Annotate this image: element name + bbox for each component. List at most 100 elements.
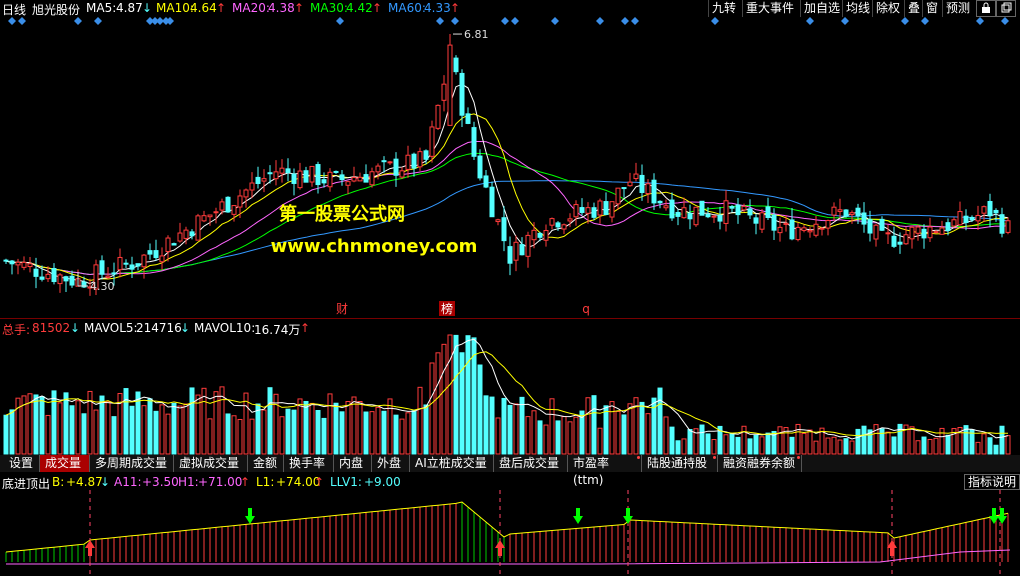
volume-bar	[51, 390, 57, 455]
candle-body	[681, 207, 687, 219]
candle-body	[249, 182, 255, 191]
candle-body	[435, 104, 441, 129]
event-marker-icon	[436, 17, 444, 25]
candle-body	[165, 237, 171, 252]
volume-bar	[567, 421, 573, 455]
tab-6[interactable]: 内盘	[334, 455, 372, 472]
sell-arrow-icon	[997, 508, 1007, 524]
event-label-2: q	[582, 302, 590, 316]
candle-body	[237, 195, 243, 208]
tab-new-dot	[797, 456, 800, 459]
tab-label: 外盘	[377, 456, 402, 470]
candle-body	[111, 272, 117, 275]
volume-bar	[789, 436, 795, 455]
tab-11[interactable]: 陆股通持股	[642, 455, 718, 472]
event-marker-icon	[631, 17, 639, 25]
volume-bar	[501, 397, 507, 455]
volume-bar	[447, 334, 453, 455]
tab-9[interactable]: 盘后成交量	[494, 455, 568, 472]
candle-body	[507, 246, 513, 264]
volume-bar	[573, 416, 579, 455]
volume-bar	[9, 409, 15, 455]
indicator-chart[interactable]	[0, 490, 1020, 576]
tab-label: 虚拟成交量	[179, 456, 240, 470]
tab-1[interactable]: 成交量	[40, 455, 90, 472]
candle-body	[495, 219, 501, 223]
volume-bar	[669, 426, 675, 455]
tab-7[interactable]: 外盘	[372, 455, 410, 472]
candlestick-chart[interactable]: 6.81 4.30 第一股票公式网 www.chnmoney.com 财 榜 q	[0, 0, 1020, 318]
tab-5[interactable]: 换手率	[284, 455, 334, 472]
candle-body	[405, 154, 411, 170]
indicator-tabs: 设置 成交量 多周期成交量 虚拟成交量 金额 换手率 内盘 外盘 AI立桩成交量 盘后成交量 市盈率…	[0, 455, 1020, 487]
volume-bar	[45, 414, 51, 455]
event-marker-icon	[18, 17, 26, 25]
candle-body	[897, 241, 903, 245]
volume-bar	[39, 395, 45, 455]
tab-2[interactable]: 多周期成交量	[90, 455, 174, 472]
volume-bar	[291, 409, 297, 455]
indicator-legend: 底进顶出 B: +4.87 ↓ A11: +3.50 H1: +71.00 ↑ …	[0, 474, 1020, 491]
volume-bar	[681, 438, 687, 455]
volume-bar	[387, 398, 393, 455]
candle-body	[585, 207, 591, 214]
volume-bar	[417, 386, 423, 455]
candle-body	[561, 224, 567, 230]
candle-body	[189, 231, 195, 237]
candle-body	[891, 235, 897, 247]
h1-value: +71.00	[198, 475, 243, 489]
event-marker-icon	[511, 17, 519, 25]
volume-bar	[141, 405, 147, 455]
volume-bar	[795, 423, 801, 455]
volume-bar	[465, 335, 471, 455]
candle-body	[969, 216, 975, 221]
candle-body	[177, 232, 183, 242]
tab-3[interactable]: 虚拟成交量	[174, 455, 248, 472]
watermark-url: www.chnmoney.com	[271, 236, 478, 257]
candle-body	[975, 214, 981, 222]
candle-body	[297, 170, 303, 189]
candle-body	[993, 209, 999, 214]
volume-bar	[177, 405, 183, 455]
b-arrow: ↓	[100, 475, 111, 489]
candle-body	[375, 165, 381, 173]
event-marker-icon	[8, 17, 16, 25]
tab-label: 换手率	[289, 456, 326, 470]
candle-body	[525, 234, 531, 257]
volume-bar	[423, 404, 429, 455]
indicator-help-button[interactable]: 指标说明	[964, 474, 1020, 490]
candle-body	[255, 176, 261, 185]
candle-body	[519, 244, 525, 256]
event-marker-icon	[976, 17, 984, 25]
candle-body	[531, 229, 537, 241]
volume-bar	[663, 416, 669, 455]
volume-bar	[987, 437, 993, 455]
candle-body	[33, 268, 39, 277]
tab-12[interactable]: 融资融券余额	[718, 455, 802, 472]
volume-chart[interactable]	[0, 318, 1020, 455]
volume-bar	[627, 403, 633, 455]
candle-body	[555, 222, 561, 228]
volume-bar	[543, 424, 549, 455]
volume-bar	[645, 413, 651, 455]
tab-8[interactable]: AI立桩成交量	[410, 455, 494, 472]
volume-bar	[993, 444, 999, 455]
volume-bar	[891, 436, 897, 455]
candle-body	[153, 250, 159, 259]
candle-body	[795, 226, 801, 241]
tab-4[interactable]: 金额	[248, 455, 284, 472]
candle-body	[99, 260, 105, 275]
tab-10[interactable]: 市盈率(ttm)	[568, 455, 642, 487]
event-marker-icon	[621, 17, 629, 25]
volume-bar	[411, 410, 417, 455]
candle-body	[459, 72, 465, 116]
volume-bar	[153, 410, 159, 455]
candle-body	[903, 234, 909, 245]
event-marker-icon	[74, 17, 82, 25]
volume-bar	[825, 437, 831, 455]
tab-0[interactable]: 设置	[4, 455, 40, 472]
volume-bar	[561, 416, 567, 455]
candle-body	[39, 276, 45, 280]
volume-bar	[165, 413, 171, 455]
candle-body	[807, 229, 813, 233]
